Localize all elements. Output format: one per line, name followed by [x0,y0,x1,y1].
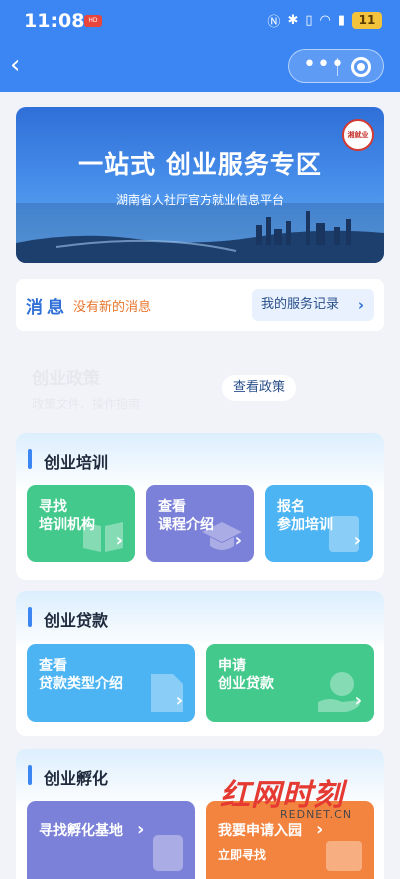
service-records-label: 我的服务记录 [261,297,340,312]
signup-training-card[interactable]: 报名 参加培训 › [265,485,373,562]
loan-section: 创业贷款 查看 贷款类型介绍 › 申请 创业贷款 › [16,591,384,736]
section-accent-bar [28,765,32,785]
chevron-right-icon: › [115,530,123,551]
page-icon [153,835,183,871]
card-line2: 立即寻找 [218,848,267,862]
seal-logo: 湘就业 [342,119,374,151]
card-line1: 寻找孵化基地 [39,823,123,839]
mini-program-capsule: ••• [288,49,384,83]
message-label: 消息 [26,298,68,318]
card-line1: 查看 [158,499,186,515]
view-course-card[interactable]: 查看 课程介绍 › [146,485,254,562]
hero-banner: 一站式 创业服务专区 湖南省人社厅官方就业信息平台 湘就业 [16,107,384,263]
card-line1: 申请 [218,658,246,674]
battery-icon: 11 [352,12,382,29]
card-line1: 报名 [277,499,305,515]
chevron-right-icon: › [357,296,364,314]
top-bar: 11:08 HD Ⓝ ✱ ▯ ◠ ▮ 11 ‹ ••• [0,0,400,92]
status-bar: 11:08 HD Ⓝ ✱ ▯ ◠ ▮ 11 [0,0,400,42]
rednet-watermark: 红网时刻 REDNET.CN [220,770,370,830]
section-accent-bar [28,449,32,469]
find-incubation-base-card[interactable]: 寻找孵化基地 › [27,801,195,879]
bluetooth-icon: ✱ [287,13,299,28]
message-text: 没有新的消息 [73,300,152,315]
policy-title: 创业政策 [32,369,100,389]
status-icons: Ⓝ ✱ ▯ ◠ ▮ 11 [267,11,382,30]
watermark-sub: REDNET.CN [280,808,353,821]
status-time: 11:08 [24,10,85,32]
card-line2: 创业贷款 [218,676,274,692]
section-title: 创业孵化 [44,769,109,788]
view-policy-button[interactable]: 查看政策 [222,375,296,401]
chevron-right-icon: › [353,530,361,551]
chevron-right-icon: › [354,690,362,711]
training-section: 创业培训 寻找 培训机构 › 查看 课程介绍 › 报名 参加培训 › [16,433,384,580]
card-line1: 寻找 [39,499,67,515]
card-line2: 课程介绍 [158,517,214,533]
apply-loan-card[interactable]: 申请 创业贷款 › [206,644,374,722]
section-title: 创业贷款 [44,611,109,630]
service-records-button[interactable]: 我的服务记录 › [252,289,374,321]
target-ring-icon[interactable] [351,57,371,77]
find-training-institution-card[interactable]: 寻找 培训机构 › [27,485,135,562]
nfc-icon: Ⓝ [267,15,281,30]
wifi-icon: ◠ [319,13,331,28]
loan-types-card[interactable]: 查看 贷款类型介绍 › [27,644,195,722]
banner-subtitle: 湖南省人社厅官方就业信息平台 [115,193,284,207]
card-line1: 查看 [39,658,67,674]
chevron-right-icon: › [234,530,242,551]
banner-title: 一站式 创业服务专区 [78,150,322,179]
policy-section: 创业政策 政策文件、操作指南 查看政策 [16,350,384,420]
building-icon [326,841,362,871]
card-line2: 培训机构 [39,517,95,533]
chevron-right-icon: › [175,690,183,711]
section-title: 创业培训 [44,453,109,472]
chevron-right-icon: › [137,819,145,840]
chevron-left-icon[interactable]: ‹ [10,52,38,80]
hd-badge: HD [84,15,102,27]
signal-icon: ▮ [337,13,345,28]
city-skyline-graphic [16,203,384,263]
card-line2: 参加培训 [277,517,333,533]
card-line2: 贷款类型介绍 [39,676,123,692]
section-accent-bar [28,607,32,627]
capsule-divider [337,58,338,76]
vibrate-icon: ▯ [305,13,313,28]
message-bar: 消息 没有新的消息 我的服务记录 › [16,279,384,331]
policy-subtitle: 政策文件、操作指南 [32,397,141,411]
more-dots-icon[interactable]: ••• [303,54,345,76]
